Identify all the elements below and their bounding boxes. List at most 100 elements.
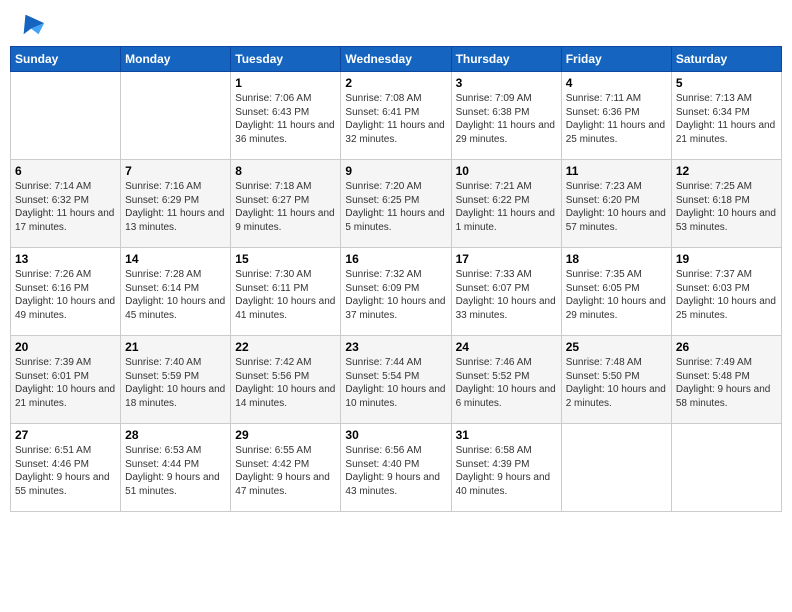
week-row-2: 6 Sunrise: 7:14 AM Sunset: 6:32 PM Daylig… [11,160,782,248]
col-header-monday: Monday [121,47,231,72]
logo-icon [18,10,46,38]
day-number: 19 [676,252,777,266]
day-number: 1 [235,76,336,90]
day-info: Sunrise: 7:20 AM Sunset: 6:25 PM Dayligh… [345,180,446,234]
day-number: 11 [566,164,667,178]
day-info: Sunrise: 7:14 AM Sunset: 6:32 PM Dayligh… [15,180,116,234]
day-number: 6 [15,164,116,178]
day-info: Sunrise: 6:58 AM Sunset: 4:39 PM Dayligh… [456,444,557,498]
calendar-cell: 15Sunrise: 7:30 AM Sunset: 6:11 PM Dayli… [231,248,341,336]
week-row-3: 13 Sunrise: 7:26 AM Sunset: 6:16 PM Dayli… [11,248,782,336]
week-row-1: 1 Sunrise: 7:06 AM Sunset: 6:43 PM Daylig… [11,72,782,160]
calendar-cell: 18 Sunrise: 7:35 AM Sunset: 6:05 PM Dayli… [561,248,671,336]
calendar-cell: 1 Sunrise: 7:06 AM Sunset: 6:43 PM Daylig… [231,72,341,160]
calendar-cell: 17Sunrise: 7:33 AM Sunset: 6:07 PM Dayli… [451,248,561,336]
day-info: Sunrise: 7:23 AM Sunset: 6:20 PM Dayligh… [566,180,667,234]
day-info: Sunrise: 7:21 AM Sunset: 6:22 PM Dayligh… [456,180,557,234]
day-info: Sunrise: 7:42 AM Sunset: 5:56 PM Dayligh… [235,356,336,410]
calendar-cell: 6 Sunrise: 7:14 AM Sunset: 6:32 PM Daylig… [11,160,121,248]
col-header-saturday: Saturday [671,47,781,72]
day-info: Sunrise: 7:25 AM Sunset: 6:18 PM Dayligh… [676,180,777,234]
day-number: 27 [15,428,116,442]
day-info: Sunrise: 6:56 AM Sunset: 4:40 PM Dayligh… [345,444,446,498]
calendar-cell: 5 Sunrise: 7:13 AM Sunset: 6:34 PM Daylig… [671,72,781,160]
day-number: 26 [676,340,777,354]
calendar-cell: 11 Sunrise: 7:23 AM Sunset: 6:20 PM Dayli… [561,160,671,248]
calendar-table: SundayMondayTuesdayWednesdayThursdayFrid… [10,46,782,512]
calendar-cell [11,72,121,160]
day-info: Sunrise: 7:13 AM Sunset: 6:34 PM Dayligh… [676,92,777,146]
day-info: Sunrise: 7:39 AM Sunset: 6:01 PM Dayligh… [15,356,116,410]
calendar-cell: 14Sunrise: 7:28 AM Sunset: 6:14 PM Dayli… [121,248,231,336]
day-number: 2 [345,76,446,90]
day-number: 31 [456,428,557,442]
calendar-cell: 30 Sunrise: 6:56 AM Sunset: 4:40 PM Dayli… [341,424,451,512]
day-number: 8 [235,164,336,178]
day-number: 7 [125,164,226,178]
day-info: Sunrise: 7:49 AM Sunset: 5:48 PM Dayligh… [676,356,777,410]
col-header-tuesday: Tuesday [231,47,341,72]
calendar-cell: 4 Sunrise: 7:11 AM Sunset: 6:36 PM Daylig… [561,72,671,160]
calendar-cell: 31 Sunrise: 6:58 AM Sunset: 4:39 PM Dayli… [451,424,561,512]
calendar-header: SundayMondayTuesdayWednesdayThursdayFrid… [11,47,782,72]
day-number: 30 [345,428,446,442]
day-info: Sunrise: 7:26 AM Sunset: 6:16 PM Dayligh… [15,268,116,322]
day-info: Sunrise: 7:32 AM Sunset: 6:09 PM Dayligh… [345,268,446,322]
col-header-thursday: Thursday [451,47,561,72]
calendar-cell: 16 Sunrise: 7:32 AM Sunset: 6:09 PM Dayli… [341,248,451,336]
day-number: 24 [456,340,557,354]
calendar-cell: 3 Sunrise: 7:09 AM Sunset: 6:38 PM Daylig… [451,72,561,160]
calendar-cell: 24 Sunrise: 7:46 AM Sunset: 5:52 PM Dayli… [451,336,561,424]
day-number: 9 [345,164,446,178]
day-info: Sunrise: 7:30 AM Sunset: 6:11 PM Dayligh… [235,268,336,322]
col-header-friday: Friday [561,47,671,72]
week-row-4: 20 Sunrise: 7:39 AM Sunset: 6:01 PM Dayli… [11,336,782,424]
day-number: 17 [456,252,557,266]
day-number: 23 [345,340,446,354]
calendar-cell: 12 Sunrise: 7:25 AM Sunset: 6:18 PM Dayli… [671,160,781,248]
day-number: 22 [235,340,336,354]
day-number: 12 [676,164,777,178]
calendar-cell: 9 Sunrise: 7:20 AM Sunset: 6:25 PM Daylig… [341,160,451,248]
col-header-wednesday: Wednesday [341,47,451,72]
day-number: 4 [566,76,667,90]
calendar-cell: 25Sunrise: 7:48 AM Sunset: 5:50 PM Dayli… [561,336,671,424]
day-number: 16 [345,252,446,266]
calendar-cell: 2 Sunrise: 7:08 AM Sunset: 6:41 PM Daylig… [341,72,451,160]
day-number: 14 [125,252,226,266]
logo [14,10,46,38]
day-info: Sunrise: 6:53 AM Sunset: 4:44 PM Dayligh… [125,444,226,498]
calendar-cell: 27Sunrise: 6:51 AM Sunset: 4:46 PM Dayli… [11,424,121,512]
week-row-5: 27Sunrise: 6:51 AM Sunset: 4:46 PM Dayli… [11,424,782,512]
day-info: Sunrise: 7:11 AM Sunset: 6:36 PM Dayligh… [566,92,667,146]
calendar-cell [121,72,231,160]
day-number: 13 [15,252,116,266]
day-info: Sunrise: 7:46 AM Sunset: 5:52 PM Dayligh… [456,356,557,410]
day-info: Sunrise: 7:06 AM Sunset: 6:43 PM Dayligh… [235,92,336,146]
calendar-cell: 7Sunrise: 7:16 AM Sunset: 6:29 PM Daylig… [121,160,231,248]
calendar-cell [671,424,781,512]
calendar-cell: 28 Sunrise: 6:53 AM Sunset: 4:44 PM Dayli… [121,424,231,512]
day-info: Sunrise: 7:08 AM Sunset: 6:41 PM Dayligh… [345,92,446,146]
calendar-cell: 20 Sunrise: 7:39 AM Sunset: 6:01 PM Dayli… [11,336,121,424]
page-header [10,10,782,38]
day-info: Sunrise: 7:40 AM Sunset: 5:59 PM Dayligh… [125,356,226,410]
calendar-cell: 13 Sunrise: 7:26 AM Sunset: 6:16 PM Dayli… [11,248,121,336]
calendar-cell: 21 Sunrise: 7:40 AM Sunset: 5:59 PM Dayli… [121,336,231,424]
calendar-cell: 8 Sunrise: 7:18 AM Sunset: 6:27 PM Daylig… [231,160,341,248]
day-number: 20 [15,340,116,354]
day-info: Sunrise: 7:18 AM Sunset: 6:27 PM Dayligh… [235,180,336,234]
day-info: Sunrise: 7:09 AM Sunset: 6:38 PM Dayligh… [456,92,557,146]
day-number: 21 [125,340,226,354]
calendar-cell: 26 Sunrise: 7:49 AM Sunset: 5:48 PM Dayli… [671,336,781,424]
day-number: 5 [676,76,777,90]
day-number: 25 [566,340,667,354]
day-number: 28 [125,428,226,442]
day-info: Sunrise: 7:44 AM Sunset: 5:54 PM Dayligh… [345,356,446,410]
day-number: 18 [566,252,667,266]
day-info: Sunrise: 6:55 AM Sunset: 4:42 PM Dayligh… [235,444,336,498]
day-number: 3 [456,76,557,90]
day-number: 29 [235,428,336,442]
calendar-cell: 29 Sunrise: 6:55 AM Sunset: 4:42 PM Dayli… [231,424,341,512]
day-info: Sunrise: 7:35 AM Sunset: 6:05 PM Dayligh… [566,268,667,322]
